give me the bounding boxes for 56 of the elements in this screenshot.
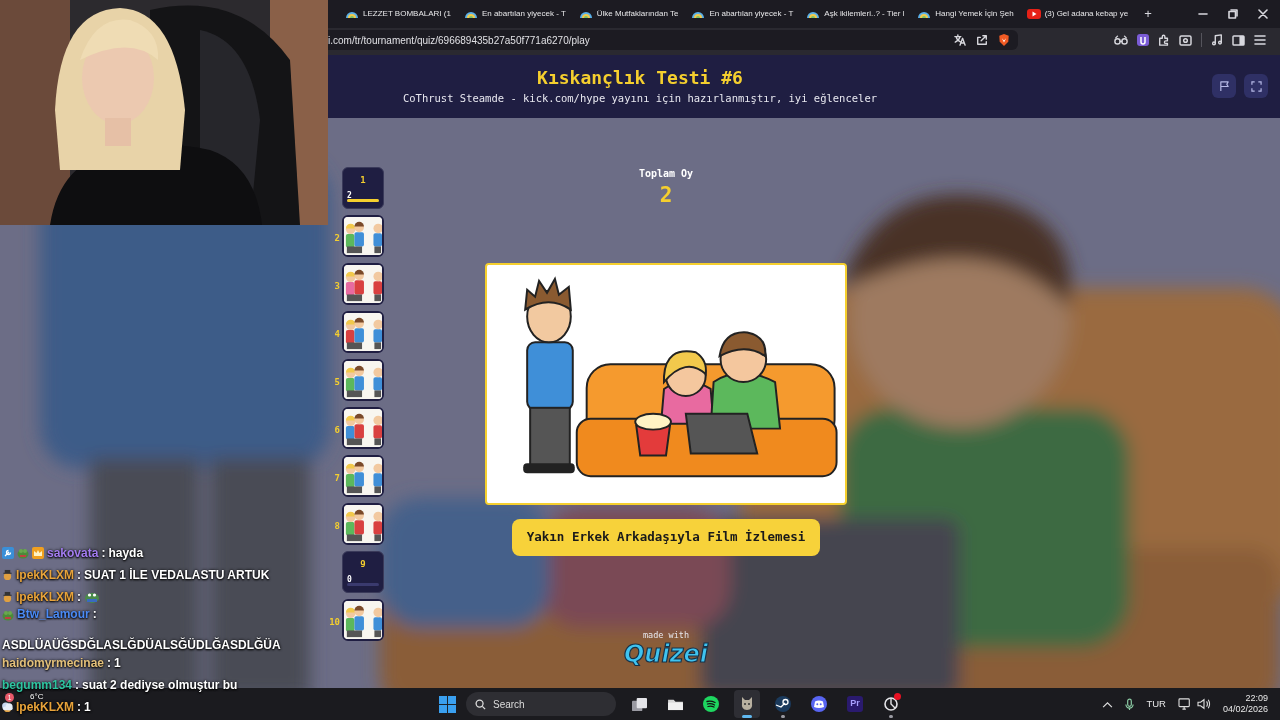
clock-date[interactable]: 04/02/2026: [1222, 704, 1268, 716]
monitor-icon[interactable]: [1177, 698, 1192, 710]
report-button[interactable]: [1212, 74, 1236, 98]
glasses-icon[interactable]: [1114, 34, 1128, 46]
play-icon: [1026, 9, 1041, 19]
rainbow-icon: [691, 9, 706, 19]
microphone-icon[interactable]: [1125, 697, 1135, 711]
chat-username[interactable]: IpekKLXM: [16, 700, 74, 714]
browser-tab[interactable]: En abartılan yiyecek - T: [458, 2, 571, 26]
rainbow-icon: [806, 9, 821, 19]
address-bar[interactable]: i.com/tr/tournament/quiz/696689435b27a50f771a6270/play: [328, 30, 1018, 50]
menu-icon[interactable]: [1254, 34, 1266, 46]
close-icon[interactable]: [1258, 9, 1268, 19]
music-app-icon: [703, 696, 719, 712]
browser-tab[interactable]: LEZZET BOMBALARI (1: [340, 2, 456, 26]
extension-icon[interactable]: [1137, 34, 1149, 46]
temperature-text[interactable]: 6°C: [30, 692, 44, 701]
cat-icon: [739, 696, 755, 712]
share-icon[interactable]: [976, 34, 988, 46]
search-icon: [475, 698, 486, 710]
browser-tab[interactable]: (3) Gel adana kebap ye: [1021, 2, 1134, 26]
lion-shield-icon[interactable]: [998, 33, 1010, 47]
music-note-icon[interactable]: [1211, 34, 1223, 46]
clock-time[interactable]: 22:09: [1245, 692, 1268, 704]
quiz-subtitle: CoThrust Steamde - kick.com/hype yayını için hazırlanmıştır, iyi eğlenceler: [402, 93, 878, 104]
rainbow-icon: [463, 9, 478, 19]
windows-start-icon[interactable]: [439, 695, 456, 713]
chat-app-icon: [811, 696, 827, 712]
steam-icon: [775, 696, 791, 712]
chevron-up-icon[interactable]: [1102, 700, 1114, 708]
taskbar-app[interactable]: [734, 690, 760, 718]
fullscreen-button[interactable]: [1244, 74, 1268, 98]
language-indicator[interactable]: TUR: [1146, 696, 1166, 712]
screenshot-icon[interactable]: [1179, 34, 1192, 46]
chat-separator: :: [77, 700, 81, 714]
browser-tab[interactable]: Ülke Mutfaklarından Te: [573, 2, 684, 26]
task-view-icon: [630, 696, 648, 712]
browser-tab[interactable]: Hangi Yemek İçin Şeh: [912, 2, 1019, 26]
volume-icon[interactable]: [1196, 698, 1211, 710]
quiz-title: Kıskançlık Testi #6: [537, 69, 743, 88]
translate-icon[interactable]: [954, 34, 966, 46]
rainbow-icon: [578, 9, 593, 19]
sidebar-icon[interactable]: [1232, 34, 1245, 46]
taskbar-app[interactable]: Pr: [842, 690, 868, 718]
restore-icon[interactable]: [1228, 9, 1238, 19]
flag-icon: [1218, 80, 1230, 92]
browser-tab[interactable]: En abartılan yiyecek - T: [686, 2, 799, 26]
puzzle-icon[interactable]: [1158, 34, 1170, 46]
rainbow-icon: [345, 9, 359, 19]
search-field[interactable]: Search: [466, 692, 616, 716]
fullscreen-icon: [1250, 80, 1262, 92]
new-tab-button[interactable]: +: [1140, 4, 1156, 24]
browser-tab[interactable]: Aşk ikilemleri..? - Tier l: [801, 2, 910, 26]
folder-icon: [666, 697, 684, 711]
rainbow-icon: [917, 9, 932, 19]
chat-message: 1: [84, 700, 91, 714]
